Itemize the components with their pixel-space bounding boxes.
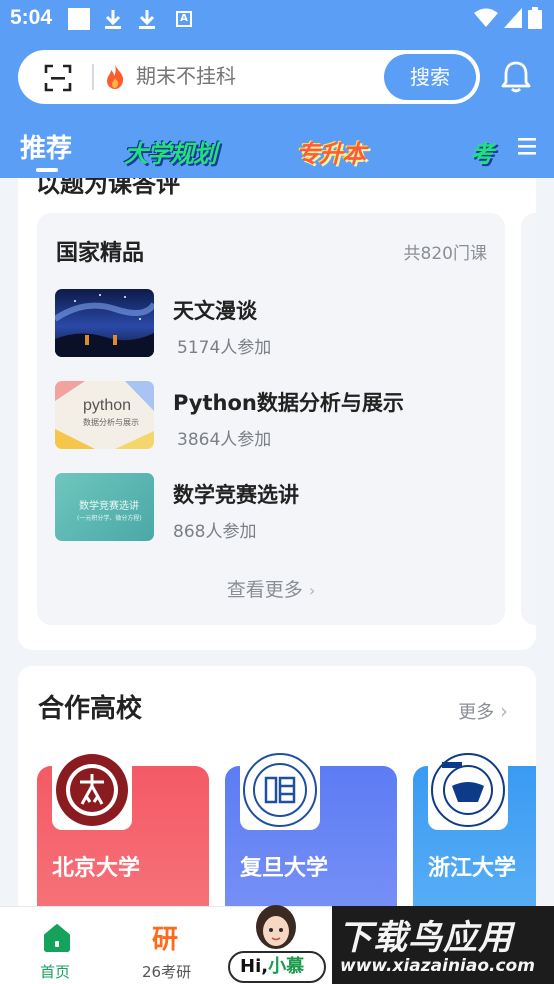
university-name: 复旦大学 [240,856,329,881]
course-participants: 868人参加 [173,522,257,542]
course-thumbnail-astronomy [55,289,154,357]
course-thumbnail-python: python 数据分析与展示 [55,381,154,449]
assistant-greeting: Hi, [240,956,269,977]
search-button[interactable]: 搜索 [384,54,476,100]
panel-title: 国家精品 [56,241,145,266]
tab-exam[interactable]: 考 [470,134,500,169]
university-card-pku[interactable]: 北京大学 [37,750,209,926]
course-title: Python数据分析与展示 [173,391,404,415]
course-participants: 5174人参加 [177,338,272,358]
course-item[interactable]: 天文漫谈 5174人参加 [55,289,495,358]
course-thumbnail-math: 数学竞赛选讲 (一元积分学、微分方程) [55,473,154,541]
header: 5:04 A 搜索 [0,0,554,178]
download-icon [136,8,158,30]
status-time: 5:04 [10,6,53,29]
nav-kaoyan-label[interactable]: 26考研 [142,961,191,982]
partner-universities-card: 合作高校 更多 › 北京大学 复旦大学 浙江大学 [18,666,536,926]
menu-icon[interactable] [518,136,536,156]
more-label: 更多 [458,702,495,723]
section-title: 合作高校 [38,694,143,724]
assistant-button[interactable]: Hi,小慕 [228,951,326,983]
watermark-title: 下载鸟应用 [338,918,513,958]
search-input[interactable] [136,64,376,88]
university-card-zju[interactable]: 浙江大学 [413,750,536,926]
fudan-logo-icon [240,750,320,830]
section-title-peek: 以题为课答评 [36,178,180,198]
view-more-link[interactable]: 查看更多 › [37,575,505,602]
course-title: 天文漫谈 [173,299,257,323]
assistant-avatar-icon[interactable] [246,901,306,957]
wifi-icon [474,8,498,27]
chevron-right-icon: › [308,581,316,600]
course-count: 共820门课 [403,244,487,264]
more-link[interactable]: 更多 › [458,698,508,724]
pku-logo-icon [52,750,132,830]
thumb-subtitle: (一元积分学、微分方程) [77,515,142,522]
notification-square-icon [68,8,90,30]
flame-icon [107,65,124,89]
zju-logo-icon [428,750,508,830]
course-item[interactable]: 数学竞赛选讲 (一元积分学、微分方程) 数学竞赛选讲 868人参加 [55,473,495,542]
system-icons [474,7,542,29]
category-tabs: 推荐 大学规划 专升本 考 [0,122,554,178]
thumb-title: python [83,397,132,414]
university-name: 北京大学 [52,856,141,881]
watermark: 下载鸟应用 www.xiazainiao.com [332,906,554,984]
view-more-label: 查看更多 [226,579,303,601]
national-quality-panel[interactable]: 国家精品 共820门课 天文漫谈 5174人参加 python 数据分析与展示 … [37,213,505,625]
scan-icon[interactable] [44,64,72,92]
search-divider [92,64,94,90]
chevron-right-icon: › [500,699,508,723]
thumb-subtitle: 数据分析与展示 [83,418,139,427]
app-notification-icon: A [176,11,192,27]
course-item[interactable]: python 数据分析与展示 Python数据分析与展示 3864人参加 [55,381,495,450]
assistant-name: 小慕 [268,956,305,977]
nav-home[interactable] [36,917,78,961]
featured-courses-card: 以题为课答评 国家精品 共820门课 天文漫谈 5174人参加 python 数… [18,178,536,650]
notification-icons: A [68,8,192,30]
course-participants: 3864人参加 [177,430,272,450]
thumb-title: 数学竞赛选讲 [79,501,139,512]
nav-home-label[interactable]: 首页 [40,961,70,982]
course-title: 数学竞赛选讲 [173,483,299,507]
active-tab-indicator [36,168,58,172]
signal-icon [504,8,522,28]
search-bar[interactable]: 搜索 [18,50,480,104]
tab-associate-to-bachelor[interactable]: 专升本 [296,134,366,169]
kaoyan-glyph-icon[interactable]: 研 [152,919,178,956]
watermark-url: www.xiazainiao.com [340,956,535,976]
home-icon [44,924,70,952]
tab-university-planning[interactable]: 大学规划 [124,134,217,169]
status-bar: 5:04 A [0,0,554,38]
university-name: 浙江大学 [428,856,517,881]
tab-recommend[interactable]: 推荐 [20,128,72,165]
next-panel-peek[interactable] [521,213,536,625]
bell-icon[interactable] [500,60,532,94]
battery-icon [528,7,542,29]
download-icon [102,8,124,30]
